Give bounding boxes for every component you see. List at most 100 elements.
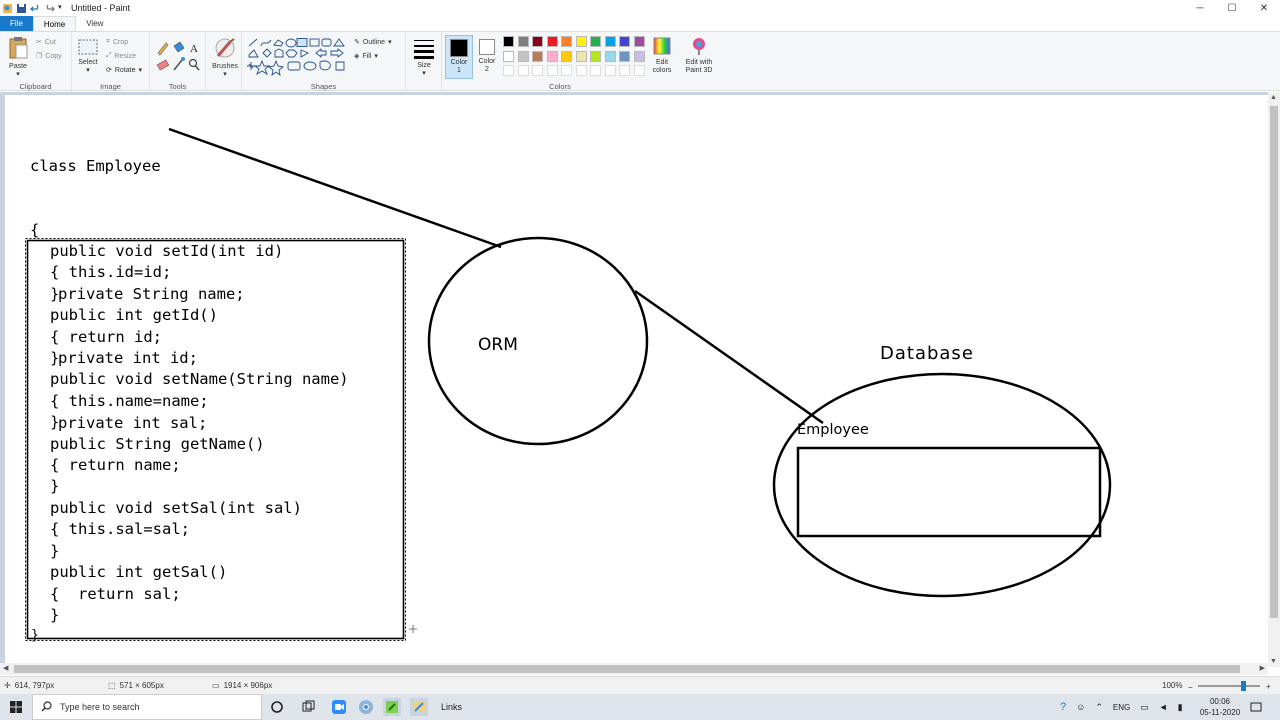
zoom-app-icon[interactable]: [330, 698, 348, 716]
custom-color-slot[interactable]: [532, 65, 543, 76]
custom-color-slot[interactable]: [590, 65, 601, 76]
crop-button[interactable]: ⌗ Crop: [106, 38, 128, 46]
custom-color-slot[interactable]: [619, 65, 630, 76]
custom-color-slot[interactable]: [561, 65, 572, 76]
color-swatch[interactable]: [532, 50, 543, 62]
select-button[interactable]: Select ▾: [75, 38, 101, 75]
notification-icon[interactable]: [1250, 694, 1262, 720]
color-swatch[interactable]: [604, 36, 616, 47]
color-swatch[interactable]: [517, 50, 529, 62]
network-icon[interactable]: ▭: [1140, 702, 1149, 713]
color-swatch[interactable]: [561, 36, 572, 47]
notepad-plus-icon[interactable]: [383, 698, 401, 716]
zoom-out-icon[interactable]: −: [1188, 683, 1193, 692]
outline-button[interactable]: ✎ Outline ▾: [354, 38, 392, 47]
maximize-button[interactable]: ☐: [1216, 0, 1248, 16]
color-swatch[interactable]: [633, 36, 645, 47]
fill-bucket-icon[interactable]: [173, 41, 185, 53]
color-swatch[interactable]: [503, 36, 514, 47]
color-swatch[interactable]: [619, 50, 630, 62]
links-toolbar[interactable]: Links: [441, 694, 462, 720]
size-dropdown-icon[interactable]: ▾: [411, 70, 437, 78]
eraser-icon[interactable]: [156, 59, 170, 71]
scroll-down-icon[interactable]: ▼: [1270, 658, 1277, 665]
color-swatch[interactable]: [619, 36, 630, 47]
battery-icon[interactable]: ▮: [1178, 702, 1183, 713]
redo-icon[interactable]: [44, 3, 55, 14]
cut-button[interactable]: ✂ Cut: [36, 38, 56, 47]
vertical-scroll-thumb[interactable]: [1270, 106, 1278, 618]
language-label[interactable]: ENG: [1113, 703, 1130, 712]
people-icon[interactable]: ☺: [1076, 702, 1085, 712]
cortana-icon[interactable]: [268, 698, 286, 716]
selection-size-icon: ⬚: [108, 681, 116, 690]
color-swatch[interactable]: [503, 50, 514, 62]
resize-handle-icon[interactable]: [409, 625, 417, 633]
color-swatch[interactable]: [517, 36, 529, 47]
color-swatch[interactable]: [633, 50, 645, 62]
color-swatch[interactable]: [604, 50, 616, 62]
edit-colors-button[interactable]: Edit colors: [648, 36, 676, 75]
save-icon[interactable]: [16, 3, 27, 14]
color-picker-icon[interactable]: [173, 57, 185, 71]
color-swatch[interactable]: [590, 36, 601, 47]
text-icon[interactable]: A: [190, 43, 198, 55]
drawing-canvas[interactable]: class Employee { private String name; pr…: [5, 95, 1268, 667]
clock[interactable]: 00:06 05-11-2020: [1198, 696, 1242, 718]
color-swatch[interactable]: [561, 50, 572, 62]
rotate-button[interactable]: ⟳ Rotate ▾: [106, 66, 142, 75]
scroll-right-icon[interactable]: ▶: [1260, 664, 1265, 672]
color-swatch[interactable]: [575, 50, 587, 62]
color-swatch[interactable]: [532, 36, 543, 47]
custom-color-slot[interactable]: [546, 65, 558, 76]
magnifier-icon[interactable]: [188, 58, 200, 71]
select-dropdown-icon[interactable]: ▾: [75, 67, 101, 75]
scroll-left-icon[interactable]: ◀: [3, 664, 8, 672]
minimize-button[interactable]: ─: [1184, 0, 1216, 16]
color-swatch[interactable]: [546, 36, 558, 47]
custom-color-slot[interactable]: [575, 65, 587, 76]
color-swatch[interactable]: [575, 36, 587, 47]
shapes-gallery[interactable]: [246, 37, 350, 77]
tab-file[interactable]: File: [0, 16, 33, 31]
tray-overflow-icon[interactable]: ⌃: [1095, 702, 1103, 713]
paint3d-button[interactable]: Edit with Paint 3D: [682, 36, 716, 75]
chrome-icon[interactable]: [357, 698, 375, 716]
tab-view[interactable]: View: [76, 16, 113, 31]
brushes-button[interactable]: Brushes ▾: [210, 36, 240, 79]
tab-home[interactable]: Home: [32, 16, 77, 31]
windows-start-icon[interactable]: [7, 698, 25, 716]
paint-taskbar-icon[interactable]: [410, 698, 428, 716]
customize-qa-icon[interactable]: ▾: [58, 3, 65, 14]
color1-button[interactable]: Color 1: [445, 35, 473, 79]
paste-button[interactable]: Paste ▾: [5, 36, 31, 79]
size-button[interactable]: Size ▾: [411, 37, 437, 78]
brushes-dropdown-icon[interactable]: ▾: [210, 71, 240, 79]
custom-color-slot[interactable]: [604, 65, 616, 76]
copy-button[interactable]: ❐ Copy: [36, 52, 62, 61]
help-icon[interactable]: ?: [1060, 701, 1066, 713]
custom-color-slot[interactable]: [517, 65, 529, 76]
horizontal-scrollbar[interactable]: ◀ ▶: [0, 663, 1268, 675]
resize-icon: ⤢: [106, 52, 112, 59]
paste-dropdown-icon[interactable]: ▾: [5, 71, 31, 79]
taskbar-search[interactable]: Type here to search: [32, 694, 262, 720]
volume-icon[interactable]: ◄: [1159, 702, 1168, 712]
scroll-up-icon[interactable]: ▲: [1270, 94, 1277, 101]
vertical-scrollbar[interactable]: ▲ ▼: [1268, 92, 1280, 667]
zoom-in-icon[interactable]: +: [1266, 682, 1271, 691]
zoom-slider-thumb[interactable]: [1241, 681, 1247, 691]
undo-icon[interactable]: [30, 3, 41, 14]
horizontal-scroll-thumb[interactable]: [14, 665, 1240, 673]
color-swatch[interactable]: [590, 50, 601, 62]
custom-color-slot[interactable]: [503, 65, 514, 76]
task-view-icon[interactable]: [299, 698, 317, 716]
color2-button[interactable]: Color 2: [475, 37, 499, 74]
close-button[interactable]: ✕: [1248, 0, 1280, 16]
resize-button[interactable]: ⤢ Resize: [106, 52, 136, 60]
custom-color-slot[interactable]: [633, 65, 645, 76]
color-swatch[interactable]: [546, 50, 558, 62]
pencil-icon[interactable]: [157, 42, 169, 56]
fill-button[interactable]: ◈ Fill ▾: [354, 52, 378, 61]
zoom-slider[interactable]: [1198, 681, 1260, 691]
